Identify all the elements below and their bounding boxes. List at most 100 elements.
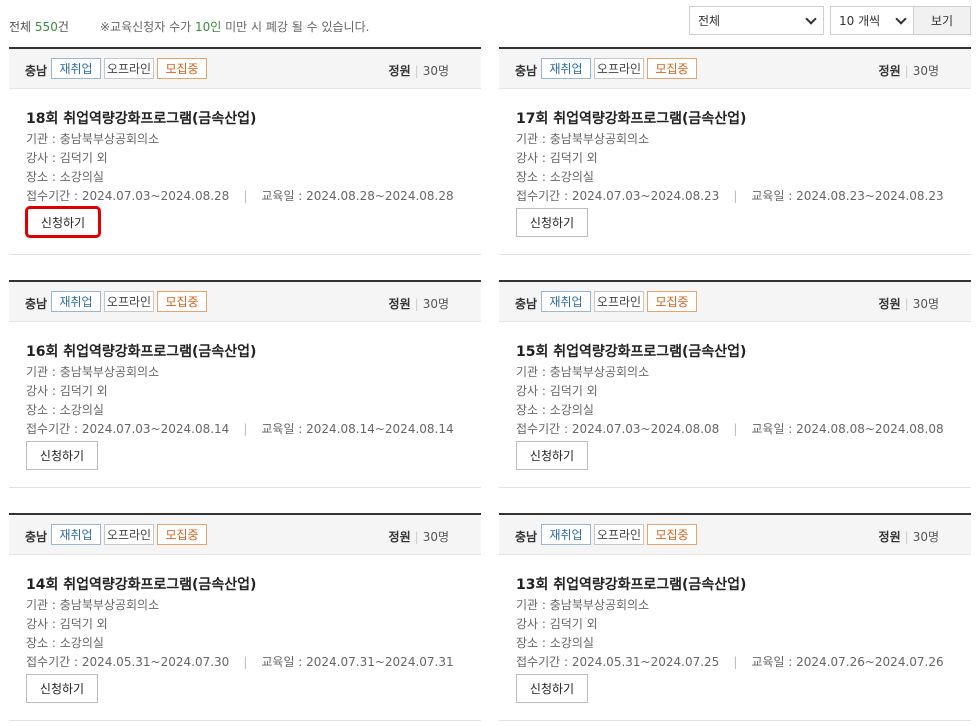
capacity-label: 정원 — [388, 297, 411, 311]
course-dates: 접수기간 : 2024.05.31~2024.07.25 | 교육일 : 2024.… — [516, 655, 944, 669]
apply-period: 접수기간 : 2024.07.03~2024.08.28 — [26, 189, 230, 203]
edu-date: 교육일 : 2024.08.08~2024.08.08 — [751, 422, 944, 436]
apply-period: 접수기간 : 2024.07.03~2024.08.23 — [516, 189, 720, 203]
course-card-header: 충남 재취업 오프라인 모집중 정원 | 30명 — [9, 282, 481, 322]
course-card-header: 충남 재취업 오프라인 모집중 정원 | 30명 — [499, 515, 971, 555]
apply-button[interactable]: 신청하기 — [516, 441, 588, 470]
status-badge: 모집중 — [157, 58, 207, 79]
list-toolbar: 전체 550건 ※교육신청자 수가 10인 미만 시 폐강 될 수 있습니다. … — [0, 0, 977, 44]
chevron-down-icon — [895, 12, 907, 25]
edu-date: 교육일 : 2024.07.31~2024.07.31 — [261, 655, 454, 669]
course-place: 장소 : 소강의실 — [26, 403, 104, 417]
capacity: 정원 | 30명 — [878, 297, 939, 311]
capacity-value: 30명 — [912, 530, 939, 544]
mode-badge: 오프라인 — [594, 58, 644, 79]
status-badge: 모집중 — [647, 524, 697, 545]
capacity: 정원 | 30명 — [878, 530, 939, 544]
course-title[interactable]: 17회 취업역량강화프로그램(금속산업) — [516, 108, 746, 128]
course-card-header: 충남 재취업 오프라인 모집중 정원 | 30명 — [499, 49, 971, 89]
course-card-header: 충남 재취업 오프라인 모집중 정원 | 30명 — [9, 515, 481, 555]
category-badge: 재취업 — [541, 58, 591, 79]
apply-period: 접수기간 : 2024.07.03~2024.08.14 — [26, 422, 230, 436]
capacity: 정원 | 30명 — [878, 64, 939, 78]
course-title[interactable]: 14회 취업역량강화프로그램(금속산업) — [26, 574, 256, 594]
notice-suffix: 미만 시 폐강 될 수 있습니다. — [221, 20, 370, 34]
course-title[interactable]: 18회 취업역량강화프로그램(금속산업) — [26, 108, 256, 128]
apply-period: 접수기간 : 2024.05.31~2024.07.30 — [26, 655, 230, 669]
total-unit: 건 — [57, 20, 69, 34]
category-badge: 재취업 — [541, 291, 591, 312]
course-card: 충남 재취업 오프라인 모집중 정원 | 30명 18회 취업역량강화프로그램(금속… — [9, 47, 481, 255]
per-page-select[interactable]: 10 개씩 — [830, 6, 914, 35]
notice-prefix: ※교육신청자 수가 — [100, 20, 195, 34]
region-label: 충남 — [25, 64, 48, 78]
status-badge: 모집중 — [647, 291, 697, 312]
per-page-select-value: 10 개씩 — [839, 14, 881, 28]
status-badge: 모집중 — [157, 291, 207, 312]
mode-badge: 오프라인 — [104, 58, 154, 79]
capacity-label: 정원 — [878, 297, 901, 311]
course-place: 장소 : 소강의실 — [516, 636, 594, 650]
course-card-header: 충남 재취업 오프라인 모집중 정원 | 30명 — [9, 49, 481, 89]
status-badge: 모집중 — [647, 58, 697, 79]
edu-date: 교육일 : 2024.08.23~2024.08.23 — [751, 189, 944, 203]
course-instructor: 강사 : 김덕기 외 — [516, 617, 598, 631]
apply-button[interactable]: 신청하기 — [516, 208, 588, 237]
total-label: 전체 — [9, 20, 32, 34]
view-button[interactable]: 보기 — [913, 6, 971, 35]
region-label: 충남 — [25, 297, 48, 311]
capacity-value: 30명 — [912, 64, 939, 78]
course-place: 장소 : 소강의실 — [516, 170, 594, 184]
capacity: 정원 | 30명 — [388, 64, 449, 78]
region-label: 충남 — [515, 64, 538, 78]
apply-button[interactable]: 신청하기 — [25, 206, 101, 238]
course-instructor: 강사 : 김덕기 외 — [26, 151, 108, 165]
capacity-label: 정원 — [388, 530, 411, 544]
course-card: 충남 재취업 오프라인 모집중 정원 | 30명 14회 취업역량강화프로그램(금속… — [9, 513, 481, 721]
capacity: 정원 | 30명 — [388, 297, 449, 311]
edu-date: 교육일 : 2024.07.26~2024.07.26 — [751, 655, 944, 669]
course-dates: 접수기간 : 2024.07.03~2024.08.28 | 교육일 : 2024.… — [26, 189, 454, 203]
course-org: 기관 : 충남북부상공회의소 — [26, 598, 160, 612]
apply-button[interactable]: 신청하기 — [26, 441, 98, 470]
course-card: 충남 재취업 오프라인 모집중 정원 | 30명 17회 취업역량강화프로그램(금속… — [499, 47, 971, 255]
region-select-value: 전체 — [698, 14, 721, 28]
apply-button[interactable]: 신청하기 — [26, 674, 98, 703]
edu-date: 교육일 : 2024.08.14~2024.08.14 — [261, 422, 454, 436]
cancel-notice: ※교육신청자 수가 10인 미만 시 폐강 될 수 있습니다. — [100, 18, 369, 35]
capacity: 정원 | 30명 — [388, 530, 449, 544]
mode-badge: 오프라인 — [104, 524, 154, 545]
course-org: 기관 : 충남북부상공회의소 — [516, 598, 650, 612]
course-org: 기관 : 충남북부상공회의소 — [26, 365, 160, 379]
mode-badge: 오프라인 — [594, 524, 644, 545]
course-title[interactable]: 15회 취업역량강화프로그램(금속산업) — [516, 341, 746, 361]
course-card: 충남 재취업 오프라인 모집중 정원 | 30명 15회 취업역량강화프로그램(금속… — [499, 280, 971, 488]
course-title[interactable]: 13회 취업역량강화프로그램(금속산업) — [516, 574, 746, 594]
notice-highlight: 10인 — [194, 20, 222, 34]
region-label: 충남 — [515, 530, 538, 544]
capacity-value: 30명 — [422, 64, 449, 78]
course-title[interactable]: 16회 취업역량강화프로그램(금속산업) — [26, 341, 256, 361]
course-org: 기관 : 충남북부상공회의소 — [26, 132, 160, 146]
total-count: 전체 550건 — [9, 18, 69, 35]
apply-button[interactable]: 신청하기 — [516, 674, 588, 703]
apply-period: 접수기간 : 2024.05.31~2024.07.25 — [516, 655, 720, 669]
course-dates: 접수기간 : 2024.07.03~2024.08.14 | 교육일 : 2024.… — [26, 422, 454, 436]
course-place: 장소 : 소강의실 — [26, 636, 104, 650]
apply-period: 접수기간 : 2024.07.03~2024.08.08 — [516, 422, 720, 436]
capacity-value: 30명 — [422, 297, 449, 311]
capacity-label: 정원 — [878, 530, 901, 544]
region-select[interactable]: 전체 — [689, 6, 824, 35]
category-badge: 재취업 — [51, 291, 101, 312]
course-dates: 접수기간 : 2024.07.03~2024.08.23 | 교육일 : 2024.… — [516, 189, 944, 203]
course-instructor: 강사 : 김덕기 외 — [26, 384, 108, 398]
mode-badge: 오프라인 — [104, 291, 154, 312]
status-badge: 모집중 — [157, 524, 207, 545]
capacity-value: 30명 — [912, 297, 939, 311]
category-badge: 재취업 — [541, 524, 591, 545]
region-label: 충남 — [515, 297, 538, 311]
course-instructor: 강사 : 김덕기 외 — [516, 151, 598, 165]
category-badge: 재취업 — [51, 524, 101, 545]
capacity-label: 정원 — [878, 64, 901, 78]
course-place: 장소 : 소강의실 — [516, 403, 594, 417]
